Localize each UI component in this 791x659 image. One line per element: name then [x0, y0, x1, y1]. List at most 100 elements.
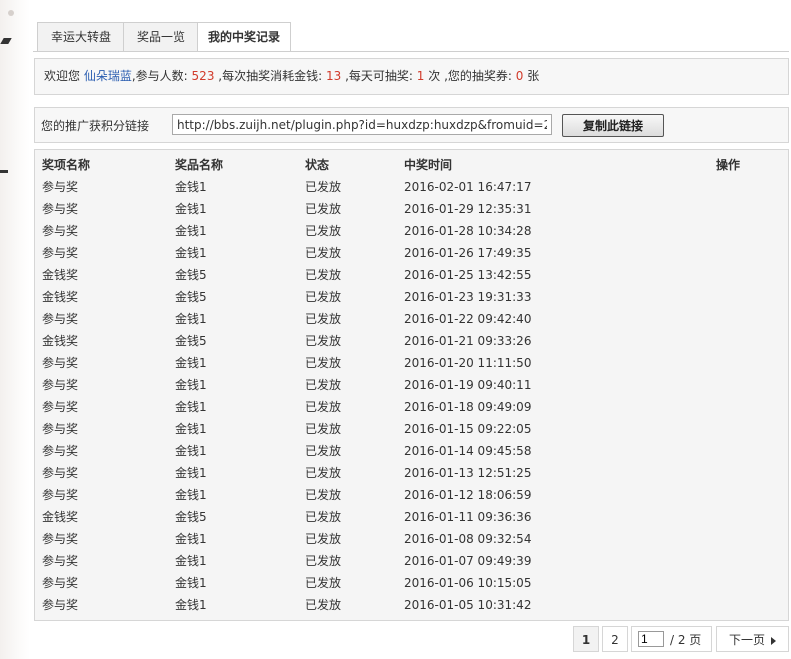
cell-win-time: 2016-02-01 16:47:17: [404, 180, 532, 194]
tab-my-records[interactable]: 我的中奖记录: [197, 22, 291, 52]
records-panel: 奖项名称 奖品名称 状态 中奖时间 操作 参与奖 金钱1 已发放 2016-02-01…: [34, 149, 789, 621]
records-table: 奖项名称 奖品名称 状态 中奖时间 操作 参与奖 金钱1 已发放 2016-02-01…: [42, 154, 776, 616]
cell-status: 已发放: [305, 554, 342, 568]
cell-award-name: 参与奖: [42, 224, 79, 238]
table-row: 参与奖 金钱1 已发放 2016-01-14 09:45:58: [42, 440, 776, 462]
cell-prize-name: 金钱1: [175, 422, 207, 436]
cell-award-name: 参与奖: [42, 444, 79, 458]
cell-status: 已发放: [305, 576, 342, 590]
cell-prize-name: 金钱5: [175, 334, 207, 348]
tickets-label: ,您的抽奖券:: [444, 69, 512, 83]
cell-action: [716, 440, 776, 462]
cell-win-time: 2016-01-11 09:36:36: [404, 510, 532, 524]
cell-award-name: 参与奖: [42, 554, 79, 568]
cell-status: 已发放: [305, 422, 342, 436]
cell-award-name: 参与奖: [42, 598, 79, 612]
cell-status: 已发放: [305, 202, 342, 216]
cost-value: 13: [325, 69, 342, 83]
header-status: 状态: [305, 158, 330, 172]
cell-prize-name: 金钱1: [175, 554, 207, 568]
table-row: 参与奖 金钱1 已发放 2016-01-15 09:22:05: [42, 418, 776, 440]
cell-win-time: 2016-01-15 09:22:05: [404, 422, 532, 436]
cell-status: 已发放: [305, 378, 342, 392]
promo-link-input[interactable]: [172, 114, 552, 135]
cell-prize-name: 金钱1: [175, 466, 207, 480]
participants-count: 523: [191, 69, 215, 83]
decoration-dot: [8, 10, 14, 16]
cell-status: 已发放: [305, 290, 342, 304]
tickets-unit: 张: [527, 69, 540, 83]
cell-prize-name: 金钱1: [175, 576, 207, 590]
cell-prize-name: 金钱1: [175, 356, 207, 370]
page-jump-input[interactable]: [638, 631, 664, 647]
cell-award-name: 参与奖: [42, 312, 79, 326]
header-action: 操作: [716, 158, 741, 172]
table-row: 金钱奖 金钱5 已发放 2016-01-25 13:42:55: [42, 264, 776, 286]
cell-status: 已发放: [305, 246, 342, 260]
cell-award-name: 参与奖: [42, 532, 79, 546]
table-row: 参与奖 金钱1 已发放 2016-01-26 17:49:35: [42, 242, 776, 264]
page-1-link[interactable]: 1: [573, 626, 599, 652]
cell-action: [716, 176, 776, 198]
promo-bar: 您的推广获积分链接 复制此链接: [34, 107, 789, 143]
cell-award-name: 金钱奖: [42, 510, 79, 524]
cell-prize-name: 金钱1: [175, 312, 207, 326]
table-row: 参与奖 金钱1 已发放 2016-01-22 09:42:40: [42, 308, 776, 330]
table-row: 参与奖 金钱1 已发放 2016-01-12 18:06:59: [42, 484, 776, 506]
cell-award-name: 金钱奖: [42, 268, 79, 282]
cell-status: 已发放: [305, 268, 342, 282]
header-prize-name: 奖品名称: [175, 158, 224, 172]
cell-action: [716, 220, 776, 242]
cell-win-time: 2016-01-26 17:49:35: [404, 246, 532, 260]
cell-action: [716, 418, 776, 440]
cell-action: [716, 330, 776, 352]
cell-award-name: 参与奖: [42, 576, 79, 590]
cell-status: 已发放: [305, 334, 342, 348]
daily-label: ,每天可抽奖:: [345, 69, 413, 83]
cell-prize-name: 金钱5: [175, 268, 207, 282]
cell-win-time: 2016-01-13 12:51:25: [404, 466, 532, 480]
promo-label: 您的推广获积分链接: [41, 119, 150, 133]
cell-action: [716, 506, 776, 528]
cell-win-time: 2016-01-21 09:33:26: [404, 334, 532, 348]
cell-status: 已发放: [305, 532, 342, 546]
table-row: 参与奖 金钱1 已发放 2016-01-20 11:11:50: [42, 352, 776, 374]
next-page-button[interactable]: 下一页: [716, 626, 789, 652]
cell-action: [716, 264, 776, 286]
cell-status: 已发放: [305, 444, 342, 458]
cell-action: [716, 528, 776, 550]
cell-win-time: 2016-01-20 11:11:50: [404, 356, 532, 370]
cell-action: [716, 308, 776, 330]
cell-award-name: 参与奖: [42, 246, 79, 260]
cell-status: 已发放: [305, 598, 342, 612]
table-row: 参与奖 金钱1 已发放 2016-01-29 12:35:31: [42, 198, 776, 220]
cell-status: 已发放: [305, 488, 342, 502]
table-row: 参与奖 金钱1 已发放 2016-01-06 10:15:05: [42, 572, 776, 594]
participants-label: ,参与人数:: [131, 69, 188, 83]
cell-action: [716, 594, 776, 616]
cell-award-name: 参与奖: [42, 466, 79, 480]
table-row: 参与奖 金钱1 已发放 2016-01-05 10:31:42: [42, 594, 776, 616]
tab-prize-list[interactable]: 奖品一览: [123, 22, 199, 51]
copy-link-button[interactable]: 复制此链接: [562, 114, 664, 137]
table-row: 参与奖 金钱1 已发放 2016-01-13 12:51:25: [42, 462, 776, 484]
username-link[interactable]: 仙朵瑞蓝: [84, 69, 132, 83]
cell-prize-name: 金钱5: [175, 510, 207, 524]
cell-prize-name: 金钱1: [175, 378, 207, 392]
cell-win-time: 2016-01-28 10:34:28: [404, 224, 532, 238]
page-jump: / 2 页: [631, 626, 712, 652]
cell-prize-name: 金钱1: [175, 224, 207, 238]
cell-win-time: 2016-01-08 09:32:54: [404, 532, 532, 546]
cell-win-time: 2016-01-14 09:45:58: [404, 444, 532, 458]
cell-award-name: 金钱奖: [42, 290, 79, 304]
cell-status: 已发放: [305, 312, 342, 326]
cell-win-time: 2016-01-12 18:06:59: [404, 488, 532, 502]
cell-award-name: 参与奖: [42, 422, 79, 436]
cell-status: 已发放: [305, 510, 342, 524]
cell-win-time: 2016-01-06 10:15:05: [404, 576, 532, 590]
cell-award-name: 参与奖: [42, 202, 79, 216]
page-2-link[interactable]: 2: [602, 626, 628, 652]
welcome-bar: 欢迎您 仙朵瑞蓝,参与人数: 523 ,每次抽奖消耗金钱: 13 ,每天可抽奖:…: [34, 58, 789, 95]
tab-lucky-wheel[interactable]: 幸运大转盘: [37, 22, 125, 51]
cell-action: [716, 484, 776, 506]
